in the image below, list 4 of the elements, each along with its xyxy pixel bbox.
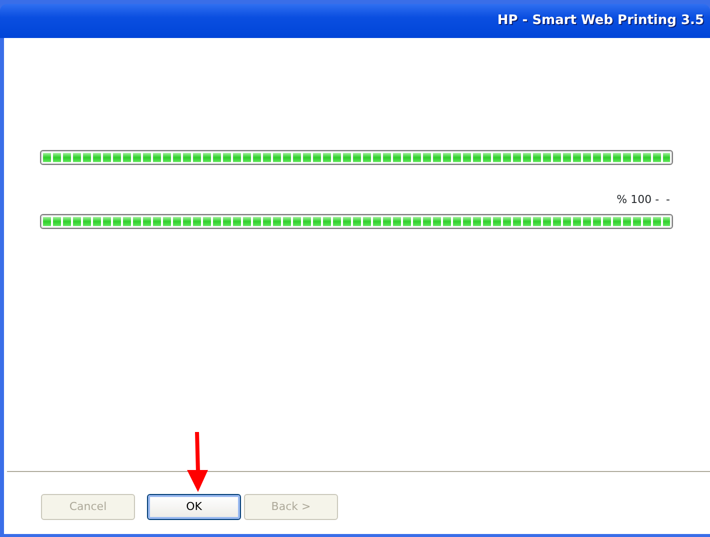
ok-button[interactable]: OK (147, 494, 241, 520)
progress-label: % 100 - - (616, 192, 670, 208)
arrow-icon (187, 432, 208, 492)
window-title: HP - Smart Web Printing 3.5 (497, 12, 704, 30)
